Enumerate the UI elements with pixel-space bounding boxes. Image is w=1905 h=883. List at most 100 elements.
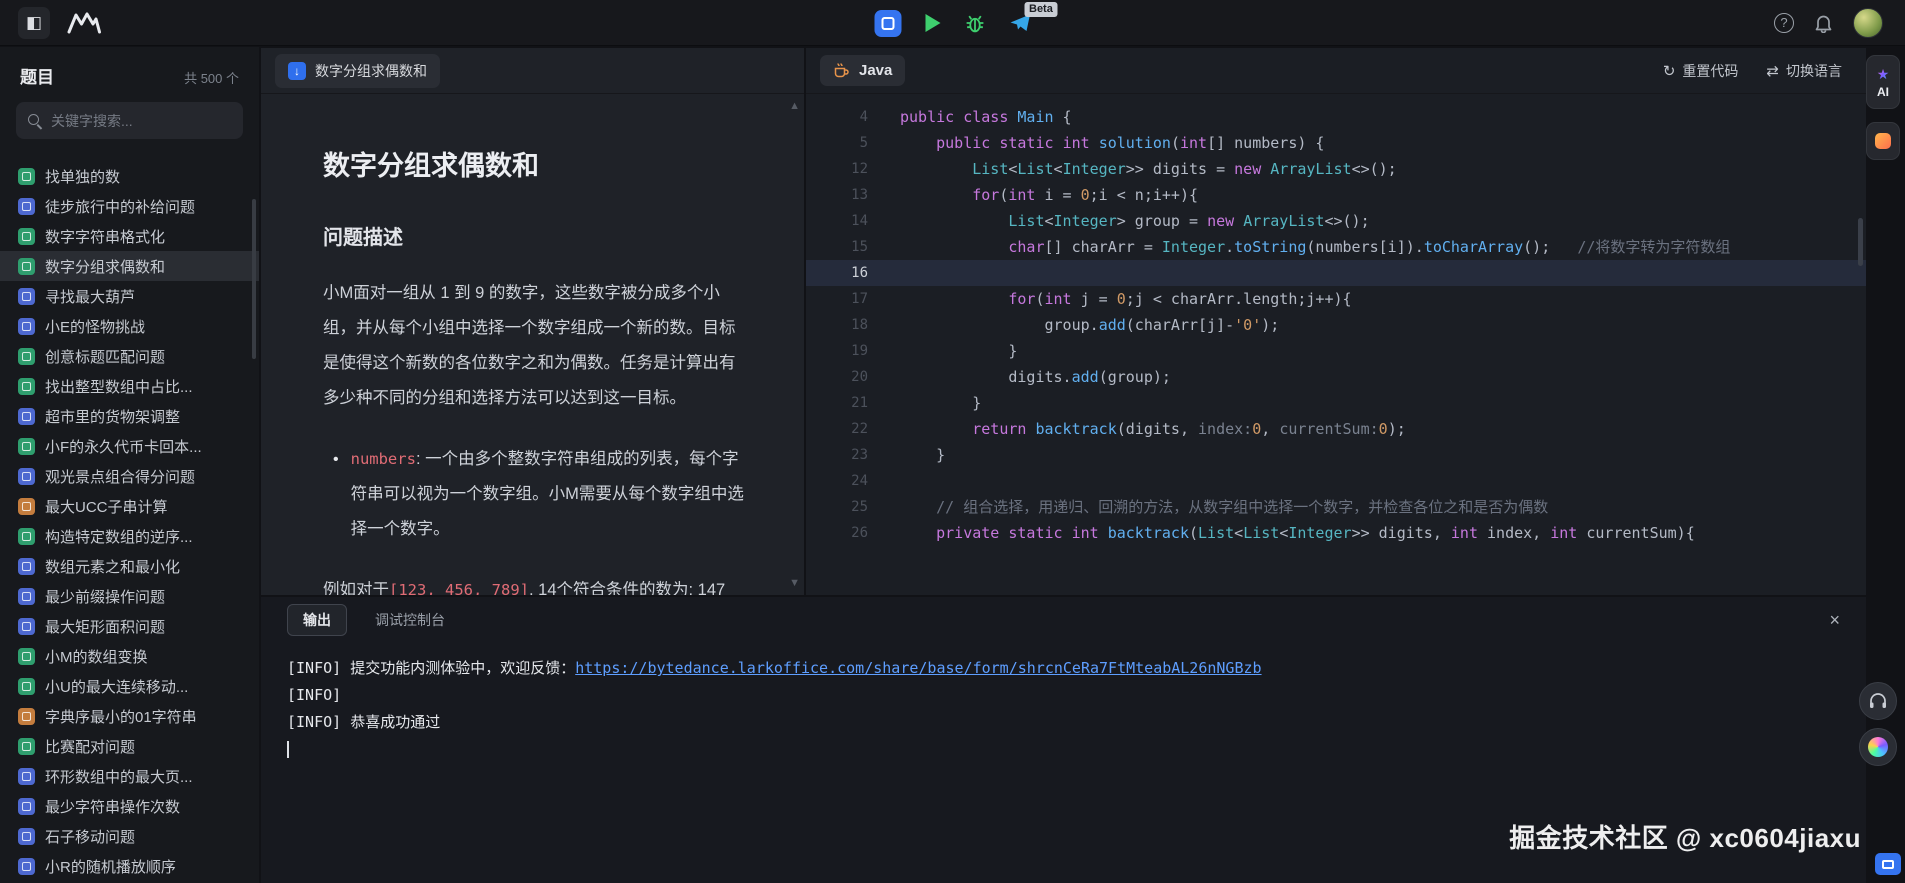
problem-title-label: 环形数组中的最大页... (45, 768, 193, 786)
problem-type-icon (18, 407, 35, 425)
code-line[interactable]: 17 for(int j = 0;j < charArr.length;j++)… (806, 286, 1866, 312)
code-line[interactable]: 21 } (806, 390, 1866, 416)
code-line[interactable]: 24 (806, 468, 1866, 494)
topbar-center: Beta (874, 0, 1058, 46)
editor-panel: Java ↻ 重置代码 ⇄ 切换语言 4 public class Main {5… (806, 48, 1866, 595)
problem-type-icon (18, 257, 35, 275)
code-line[interactable]: 5 public static int solution(int[] numbe… (806, 130, 1866, 156)
help-button[interactable]: ? (1774, 12, 1794, 33)
code-text: digits.add(group); (900, 368, 1171, 386)
line-number: 4 (859, 109, 868, 125)
problem-type-icon (18, 797, 35, 815)
inline-code: numbers (350, 450, 416, 468)
code-line[interactable]: 13 for(int i = 0;i < n;i++){ (806, 182, 1866, 208)
code-area[interactable]: 4 public class Main {5 public static int … (806, 94, 1866, 546)
activity-tile[interactable] (1866, 122, 1900, 160)
code-line[interactable]: 16 (806, 260, 1866, 286)
support-button[interactable] (1859, 682, 1897, 720)
topbar: ◧ Beta ? (0, 0, 1905, 46)
code-line[interactable]: 23 } (806, 442, 1866, 468)
code-line[interactable]: 14 List<Integer> group = new ArrayList<>… (806, 208, 1866, 234)
code-text: return backtrack(digits, index:0, curren… (972, 420, 1406, 438)
app-logo[interactable] (66, 11, 102, 35)
sidebar-item-problem[interactable]: 最大矩形面积问题 (0, 611, 259, 641)
line-number: 26 (851, 525, 868, 541)
switch-language-label: 切换语言 (1786, 62, 1842, 79)
code-line[interactable]: 4 public class Main { (806, 104, 1866, 130)
topbar-left: ◧ (18, 6, 102, 39)
search-input[interactable] (51, 112, 231, 129)
sidebar-item-problem[interactable]: 比赛配对问题 (0, 731, 259, 761)
scroll-up-icon[interactable]: ▲ (789, 100, 800, 112)
sidebar-header: 题目 共 500 个 (0, 47, 259, 98)
run-button[interactable] (925, 14, 940, 32)
sidebar-item-problem[interactable]: 找单独的数 (0, 161, 259, 191)
sidebar-item-problem[interactable]: 数组元素之和最小化 (0, 551, 259, 581)
sidebar-toggle-button[interactable]: ◧ (18, 6, 50, 39)
code-text: for(int j = 0;j < charArr.length;j++){ (1008, 290, 1352, 308)
share-button[interactable]: Beta (1009, 2, 1058, 33)
sidebar-item-problem[interactable]: 小E的怪物挑战 (0, 311, 259, 341)
sidebar-item-problem[interactable]: 数字字符串格式化 (0, 221, 259, 251)
notifications-button[interactable] (1814, 13, 1833, 33)
code-line[interactable]: 12 List<List<Integer>> digits = new Arra… (806, 156, 1866, 182)
sidebar-item-problem[interactable]: 小M的数组变换 (0, 641, 259, 671)
problem-tab[interactable]: ↓ 数字分组求偶数和 (275, 53, 440, 88)
sidebar-item-problem[interactable]: 徒步旅行中的补给问题 (0, 191, 259, 221)
problem-bullet: • numbers: 一个由多个整数字符串组成的列表，每个字符串可以视为一个数字… (323, 442, 750, 547)
sidebar-item-problem[interactable]: 观光景点组合得分问题 (0, 461, 259, 491)
scroll-down-icon[interactable]: ▼ (789, 577, 800, 589)
code-line[interactable]: 20 digits.add(group); (806, 364, 1866, 390)
editor-scrollbar[interactable] (1858, 218, 1863, 266)
sidebar-item-problem[interactable]: 字典序最小的01字符串 (0, 701, 259, 731)
problem-type-icon (18, 827, 35, 845)
switch-language-button[interactable]: ⇄ 切换语言 (1766, 61, 1842, 81)
sidebar-item-problem[interactable]: 最大UCC子串计算 (0, 491, 259, 521)
code-line[interactable]: 25 // 组合选择，用递归、回溯的方法，从数字组中选择一个数字，并检查各位之和… (806, 494, 1866, 520)
debug-button[interactable] (964, 13, 985, 34)
reset-code-button[interactable]: ↻ 重置代码 (1663, 61, 1739, 81)
sidebar-item-problem[interactable]: 环形数组中的最大页... (0, 761, 259, 791)
line-number: 14 (851, 213, 868, 229)
tab-debug-console[interactable]: 调试控制台 (375, 610, 445, 630)
bullet-content: numbers: 一个由多个整数字符串组成的列表，每个字符串可以视为一个数字组。… (350, 450, 744, 538)
code-line[interactable]: 15 char[] charArr = Integer.toString(num… (806, 234, 1866, 260)
problem-type-icon (18, 557, 35, 575)
sidebar-item-problem[interactable]: 数字分组求偶数和 (0, 251, 259, 281)
layout-button[interactable] (874, 9, 901, 37)
sidebar-item-problem[interactable]: 找出整型数组中占比... (0, 371, 259, 401)
sidebar-item-problem[interactable]: 石子移动问题 (0, 821, 259, 851)
sidebar-item-problem[interactable]: 最少字符串操作次数 (0, 791, 259, 821)
tab-output[interactable]: 输出 (287, 604, 347, 636)
sidebar-item-problem[interactable]: 创意标题匹配问题 (0, 341, 259, 371)
close-icon[interactable]: × (1829, 611, 1840, 629)
problem-title-label: 构造特定数组的逆序... (45, 528, 193, 546)
code-line[interactable]: 26 private static int backtrack(List<Lis… (806, 520, 1866, 546)
console-link[interactable]: https://bytedance.larkoffice.com/share/b… (575, 659, 1261, 677)
sidebar-item-problem[interactable]: 小F的永久代币卡回本... (0, 431, 259, 461)
layout-icon (881, 16, 894, 30)
sidebar-item-problem[interactable]: 小U的最大连续移动... (0, 671, 259, 701)
search-box[interactable] (16, 102, 243, 139)
topbar-right: ? (1774, 7, 1887, 38)
sidebar-item-problem[interactable]: 小R的随机播放顺序 (0, 851, 259, 881)
feedback-widget[interactable] (1875, 853, 1901, 875)
user-avatar[interactable] (1853, 7, 1883, 38)
sidebar-scrollbar[interactable] (252, 199, 256, 359)
ai-assistant-tile[interactable]: ★ AI (1866, 55, 1900, 109)
code-line[interactable]: 18 group.add(charArr[j]-'0'); (806, 312, 1866, 338)
sidebar-item-problem[interactable]: 构造特定数组的逆序... (0, 521, 259, 551)
language-tab[interactable]: Java (820, 55, 906, 86)
sidebar-item-problem[interactable]: 最少前缀操作问题 (0, 581, 259, 611)
ai-chat-button[interactable] (1859, 728, 1897, 766)
reset-icon: ↻ (1662, 62, 1676, 80)
code-line[interactable]: 22 return backtrack(digits, index:0, cur… (806, 416, 1866, 442)
problem-type-icon (18, 737, 35, 755)
code-text: char[] charArr = Integer.toString(number… (1008, 238, 1731, 256)
editor-header-actions: ↻ 重置代码 ⇄ 切换语言 (1663, 61, 1852, 81)
search-icon (28, 113, 42, 128)
sidebar-item-problem[interactable]: 超市里的货物架调整 (0, 401, 259, 431)
sidebar-item-problem[interactable]: 寻找最大葫芦 (0, 281, 259, 311)
problem-type-icon (18, 707, 35, 725)
code-line[interactable]: 19 } (806, 338, 1866, 364)
